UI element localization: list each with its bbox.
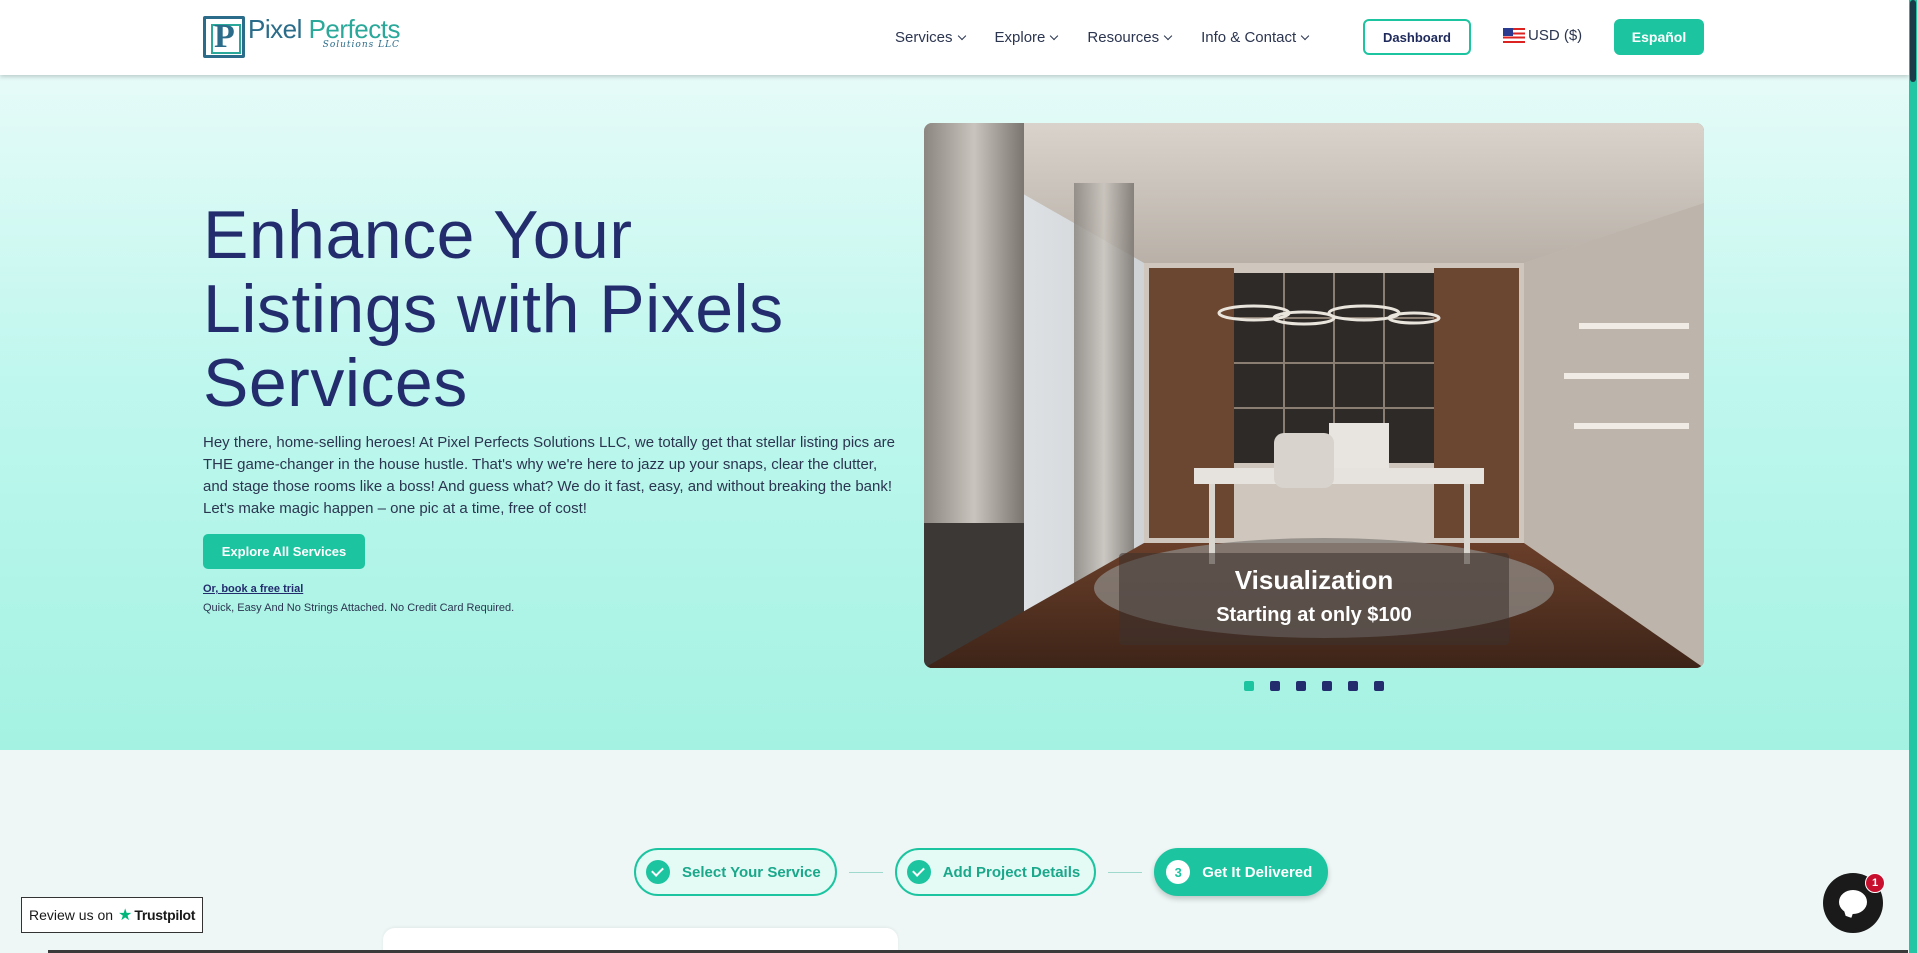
slider-dots <box>1244 681 1400 691</box>
brand-name: Pixel Perfects <box>248 14 400 44</box>
check-icon <box>906 860 931 884</box>
trustpilot-brand: Trustpilot <box>134 907 196 923</box>
hero-description: Hey there, home-selling heroes! At Pixel… <box>203 434 895 517</box>
page-scrollbar[interactable] <box>1909 0 1917 953</box>
chat-widget-button[interactable]: 1 <box>1823 873 1885 933</box>
slide-caption-subtitle: Starting at only $100 <box>1216 604 1412 626</box>
slide-caption-title: Visualization <box>1234 565 1394 595</box>
step-number: 3 <box>1166 860 1191 884</box>
hero-slide-image[interactable]: Visualization Starting at only $100 <box>924 123 1704 668</box>
main-nav: Services Explore Resources Info & Contac… <box>895 0 1338 75</box>
currency-label: USD ($) <box>1528 27 1583 44</box>
explore-services-button[interactable]: Explore All Services <box>203 534 365 569</box>
site-header: P Pixel Perfects Solutions LLC Services … <box>0 0 1909 75</box>
language-button[interactable]: Español <box>1614 19 1704 55</box>
free-trial-link[interactable]: Or, book a free trial <box>203 583 303 595</box>
logo-mark-icon: P <box>203 16 245 58</box>
process-steps: Select Your Service Add Project Details … <box>634 848 1329 896</box>
chevron-down-icon <box>1050 31 1059 40</box>
chevron-down-icon <box>1300 31 1310 40</box>
scrollbar-thumb[interactable] <box>1910 0 1916 82</box>
us-flag-icon <box>1503 28 1525 43</box>
trial-note: Quick, Easy And No Strings Attached. No … <box>203 602 515 614</box>
slider-dot-3[interactable] <box>1296 681 1306 691</box>
step-add-details[interactable]: Add Project Details <box>894 848 1097 896</box>
nav-explore[interactable]: Explore <box>995 29 1059 46</box>
slider-dot-5[interactable] <box>1348 681 1358 691</box>
nav-resources[interactable]: Resources <box>1087 29 1173 46</box>
slider-dot-6[interactable] <box>1374 681 1384 691</box>
hero-title: Enhance Your Listings with Pixels Servic… <box>203 197 784 421</box>
hero-section: Enhance Your Listings with Pixels Servic… <box>0 75 1909 750</box>
trustpilot-prefix: Review us on <box>29 907 114 923</box>
slider-dot-1[interactable] <box>1244 681 1254 691</box>
brand-logo[interactable]: P Pixel Perfects Solutions LLC <box>203 16 400 58</box>
currency-selector[interactable]: USD ($) <box>1503 27 1582 44</box>
slide-caption: Visualization Starting at only $100 <box>1119 553 1509 645</box>
dashboard-button[interactable]: Dashboard <box>1363 19 1471 55</box>
step-select-service[interactable]: Select Your Service <box>634 848 837 896</box>
chevron-down-icon <box>957 31 966 40</box>
step-connector <box>1108 871 1143 873</box>
step-get-delivered[interactable]: 3 Get It Delivered <box>1154 848 1329 896</box>
chevron-down-icon <box>1163 31 1173 40</box>
chat-bubble-icon <box>1839 890 1867 914</box>
chat-notification-badge: 1 <box>1865 873 1885 893</box>
step-connector <box>848 871 883 873</box>
slider-dot-4[interactable] <box>1322 681 1332 691</box>
nav-info-contact[interactable]: Info & Contact <box>1201 29 1310 46</box>
slider-dot-2[interactable] <box>1270 681 1280 691</box>
check-icon <box>646 860 670 884</box>
nav-services[interactable]: Services <box>895 29 966 46</box>
trustpilot-widget[interactable]: Review us on ★ Trustpilot <box>21 897 203 933</box>
star-icon: ★ <box>118 907 133 924</box>
